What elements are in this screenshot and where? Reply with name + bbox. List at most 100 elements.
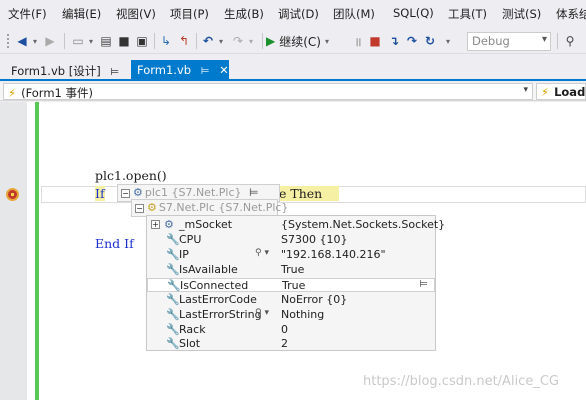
menu-tools[interactable]: 工具(T) (448, 6, 487, 22)
menu-architecture[interactable]: 体系结 (556, 6, 586, 22)
collapse-icon[interactable]: − (135, 203, 144, 213)
visualizer-icon[interactable]: ⚲ ▾ (255, 308, 269, 318)
property-row-cpu[interactable]: 🔧 CPU S7300 {10} (147, 233, 435, 247)
code-then-fragment: e Then (279, 186, 340, 201)
back-icon[interactable]: ◀ (14, 32, 30, 50)
menu-debug[interactable]: 调试(D) (278, 6, 319, 22)
chevron-down-icon: ▾ (324, 36, 329, 46)
property-name: LastErrorString (179, 308, 262, 321)
menu-file[interactable]: 文件(F) (8, 6, 47, 22)
new-project-icon[interactable]: ▭ (70, 32, 86, 50)
wrench-icon: 🔧 (166, 233, 180, 246)
breakpoint-margin[interactable] (0, 102, 27, 400)
tab-form1-code[interactable]: Form1.vb ⊨ ✕ (131, 60, 229, 80)
restart-icon[interactable]: ↻ (422, 32, 438, 50)
menu-team[interactable]: 团队(M) (333, 6, 375, 22)
property-row-ip[interactable]: 🔧 IP ⚲ ▾ "192.168.140.216" (147, 248, 435, 262)
datatip-inner-type: {S7.Net.Plc} (218, 201, 289, 214)
save-all-icon[interactable]: ▣ (134, 32, 150, 50)
code-then-text: e Then (279, 186, 323, 201)
solution-config-select[interactable]: Debug ▾ (467, 32, 551, 51)
event-icon: ⚡ (8, 86, 17, 100)
base-type-icon: ⚙ (147, 201, 157, 214)
undo-step-icon[interactable]: ↰ (176, 32, 192, 50)
property-value: {System.Net.Sockets.Socket} (281, 218, 446, 231)
navigation-bar: ⚡ (Form1 事件) ▾ ⚡ Load (0, 83, 586, 101)
open-file-icon[interactable]: ▤ (98, 32, 114, 50)
step-icon[interactable]: ↳ (158, 32, 174, 50)
pause-icon[interactable]: ॥ (351, 32, 365, 50)
property-name: IsConnected (180, 279, 249, 292)
tab-label: Form1.vb (137, 63, 192, 77)
code-if-keyword: If (95, 186, 105, 201)
pin-datatip-icon[interactable]: ⊨ (249, 186, 259, 199)
property-name: IP (179, 248, 189, 261)
close-icon[interactable]: ✕ (219, 63, 229, 77)
undo-dropdown-icon[interactable]: ▾ (216, 32, 226, 50)
property-row-lasterrorstring[interactable]: 🔧 LastErrorString ⚲ ▾ Nothing (147, 308, 435, 322)
property-value: True (282, 279, 306, 292)
step-into-icon[interactable]: ↴ (386, 32, 402, 50)
toolbar-grip[interactable] (6, 33, 10, 49)
document-tabs: Form1.vb [设计] ⊨ Form1.vb ⊨ ✕ (0, 60, 586, 81)
method-dropdown-value: Load (554, 85, 586, 99)
stop-icon[interactable]: ■ (367, 32, 383, 50)
object-icon: ⚙ (133, 186, 143, 199)
menu-project[interactable]: 项目(P) (170, 6, 209, 22)
code-end-if: End If (95, 236, 134, 251)
wrench-icon: 🔧 (166, 337, 180, 350)
code-line-open: plc1.open() (95, 168, 167, 183)
class-dropdown[interactable]: ⚡ (Form1 事件) ▾ (3, 83, 533, 100)
property-value: NoError {0} (281, 293, 348, 306)
datatip-var-name: plc1 (144, 186, 168, 199)
save-icon[interactable]: ■ (116, 32, 132, 50)
datatip-inner-name: S7.Net.Plc (158, 201, 215, 214)
wrench-icon: 🔧 (166, 308, 180, 321)
property-row-slot[interactable]: 🔧 Slot 2 (147, 337, 435, 351)
menu-build[interactable]: 生成(B) (224, 6, 264, 22)
event-icon: ⚡ (541, 85, 550, 99)
back-dropdown-icon[interactable]: ▾ (30, 32, 40, 50)
property-row-isavailable[interactable]: 🔧 IsAvailable True (147, 263, 435, 277)
watermark: https://blog.csdn.net/Alice_CG (363, 374, 559, 389)
menu-edit[interactable]: 编辑(E) (62, 6, 101, 22)
attach-icon[interactable]: ⚲ (562, 32, 578, 50)
visualizer-icon[interactable]: ⚲ ▾ (255, 248, 269, 258)
continue-label: 继续(C) (279, 34, 321, 49)
property-row-isconnected[interactable]: 🔧 IsConnected True ⊨ (147, 278, 435, 292)
chevron-down-icon: ▾ (523, 85, 528, 95)
collapse-icon[interactable]: − (121, 188, 130, 198)
property-row-lasterrorcode[interactable]: 🔧 LastErrorCode NoError {0} (147, 293, 435, 307)
new-dropdown-icon[interactable]: ▾ (86, 32, 96, 50)
property-value: 2 (281, 337, 288, 350)
code-editor[interactable]: plc1.open() If e Then End If − ⚙ plc1 {S7.… (0, 102, 586, 400)
property-name: LastErrorCode (179, 293, 257, 306)
solution-config-value: Debug (472, 34, 510, 48)
property-row-msocket[interactable]: + ⚙ _mSocket {System.Net.Sockets.Socket} (147, 218, 445, 232)
wrench-icon: 🔧 (166, 263, 180, 276)
forward-icon[interactable]: ▶ (42, 32, 58, 50)
step-over-icon[interactable]: ↷ (404, 32, 420, 50)
pin-icon[interactable]: ⊨ (201, 66, 210, 77)
wrench-icon: 🔧 (166, 248, 180, 261)
breakpoint-icon[interactable] (6, 188, 19, 201)
pin-icon[interactable]: ⊨ (110, 67, 119, 78)
method-dropdown[interactable]: ⚡ Load (536, 83, 586, 100)
property-value: True (281, 263, 305, 276)
property-row-rack[interactable]: 🔧 Rack 0 (147, 323, 435, 337)
property-name: Slot (179, 337, 201, 350)
expand-icon[interactable]: + (151, 220, 160, 229)
menu-test[interactable]: 测试(S) (502, 6, 541, 22)
redo-icon[interactable]: ↷ (230, 32, 246, 50)
undo-icon[interactable]: ↶ (200, 32, 216, 50)
menu-sql[interactable]: SQL(Q) (393, 6, 434, 20)
toolbar: ◀ ▾ ▶ ▭ ▾ ▤ ■ ▣ ↳ ↰ ↶ ▾ ↷ ▾ ▶ 继续(C) ▾ ॥ … (0, 28, 586, 54)
menu-view[interactable]: 视图(V) (116, 6, 156, 22)
toolbar-dropdown-icon[interactable]: ▾ (442, 32, 454, 50)
pin-datatip-icon[interactable]: ⊨ (419, 279, 428, 290)
continue-button[interactable]: ▶ 继续(C) ▾ (266, 32, 346, 50)
property-value: S7300 {10} (281, 233, 348, 246)
property-value: 0 (281, 323, 288, 336)
tab-form1-design[interactable]: Form1.vb [设计] ⊨ (5, 60, 125, 80)
redo-dropdown-icon[interactable]: ▾ (246, 32, 256, 50)
